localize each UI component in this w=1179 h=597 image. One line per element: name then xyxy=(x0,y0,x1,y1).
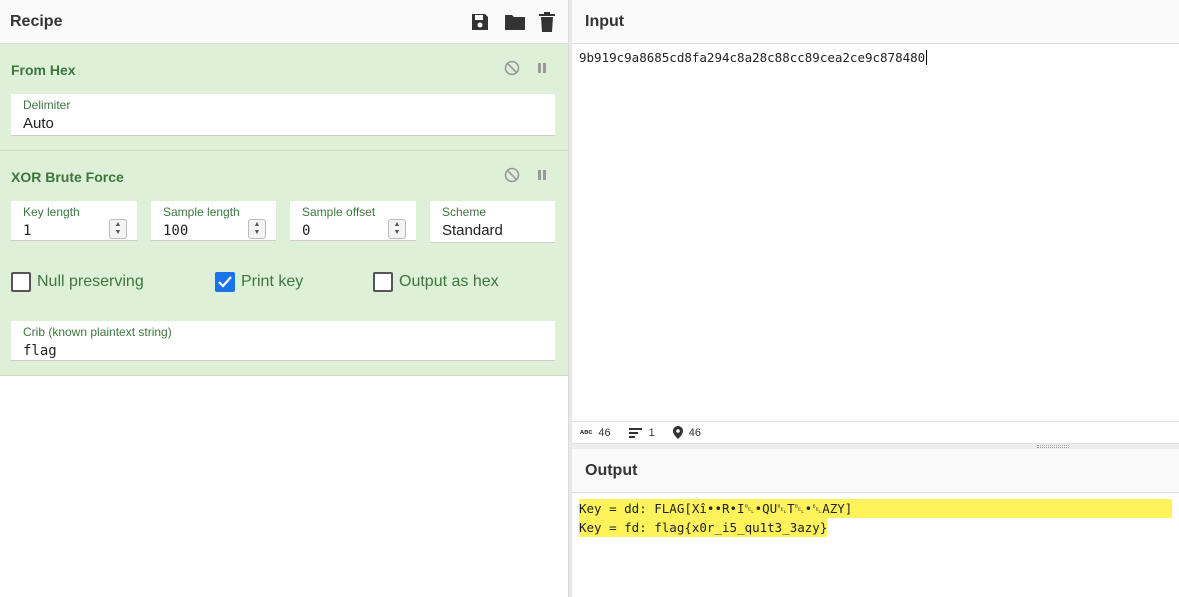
op-title-from-hex: From Hex xyxy=(11,62,76,78)
char-count: ᴀʙᴄ 46 xyxy=(580,427,611,439)
sample-length-input[interactable]: Sample length 100 ▲ ▼ xyxy=(151,201,276,241)
text-cursor xyxy=(926,50,928,65)
abc-icon: ᴀʙᴄ xyxy=(580,429,593,436)
scheme-label: Scheme xyxy=(442,205,487,219)
input-textarea[interactable]: 9b919c9a8685cd8fa294c8a28c88cc89cea2ce9c… xyxy=(572,44,1179,421)
sample-length-label: Sample length xyxy=(163,205,240,219)
crib-value: flag xyxy=(23,343,57,359)
recipe-title: Recipe xyxy=(10,12,63,30)
cyberchef-app: Recipe From Hex Delimiter Auto XOR Brute… xyxy=(0,0,1179,597)
sample-offset-spinner[interactable]: ▲ ▼ xyxy=(388,219,406,239)
pause-icon[interactable] xyxy=(534,60,550,76)
key-length-input[interactable]: Key length 1 ▲ ▼ xyxy=(11,201,137,241)
null-preserving-label: Null preserving xyxy=(37,273,144,290)
delimiter-value: Auto xyxy=(23,115,54,132)
scheme-value: Standard xyxy=(442,222,503,239)
output-hex-box[interactable] xyxy=(373,272,393,292)
output-hex-checkbox[interactable]: Output as hex xyxy=(373,272,499,292)
cursor-position-value: 46 xyxy=(688,426,701,439)
delimiter-field[interactable]: Delimiter Auto xyxy=(11,94,555,136)
sample-offset-label: Sample offset xyxy=(302,205,376,219)
output-textarea[interactable]: Key = dd: FLAG[Xî••R•I␇•QU␇T␇•␇AZY] Key … xyxy=(572,493,1179,543)
char-count-value: 46 xyxy=(598,426,611,439)
check-icon xyxy=(218,276,232,288)
pause-icon[interactable] xyxy=(534,167,550,183)
input-header: Input xyxy=(572,0,1179,44)
print-key-label: Print key xyxy=(241,273,304,290)
print-key-box[interactable] xyxy=(215,272,235,292)
disable-icon[interactable] xyxy=(504,60,520,76)
null-preserving-checkbox[interactable]: Null preserving xyxy=(11,272,144,292)
disable-icon[interactable] xyxy=(504,167,520,183)
folder-icon[interactable] xyxy=(504,12,525,32)
key-length-label: Key length xyxy=(23,205,80,219)
scheme-select[interactable]: Scheme Standard xyxy=(430,201,555,243)
cursor-position: 46 xyxy=(672,426,701,439)
output-section: Output Key = dd: FLAG[Xî••R•I␇•QU␇T␇•␇AZ… xyxy=(572,449,1179,597)
input-title: Input xyxy=(585,12,625,30)
op-from-hex: From Hex Delimiter Auto xyxy=(0,44,568,151)
crib-label: Crib (known plaintext string) xyxy=(23,325,172,339)
sample-length-spinner[interactable]: ▲ ▼ xyxy=(248,219,266,239)
output-line: Key = dd: FLAG[Xî••R•I␇•QU␇T␇•␇AZY] xyxy=(579,499,1172,518)
line-count: 1 xyxy=(628,426,655,439)
io-pane: Input 9b919c9a8685cd8fa294c8a28c88cc89ce… xyxy=(572,0,1179,597)
op-title-xor: XOR Brute Force xyxy=(11,169,124,185)
sample-offset-input[interactable]: Sample offset 0 ▲ ▼ xyxy=(290,201,416,241)
location-pin-icon xyxy=(672,426,683,439)
key-length-spinner[interactable]: ▲ ▼ xyxy=(109,219,127,239)
delimiter-label: Delimiter xyxy=(23,98,71,112)
output-hex-label: Output as hex xyxy=(399,273,499,290)
output-line: Key = fd: flag{x0r_i5_qu1t3_3azy} xyxy=(579,518,828,537)
op-xor-brute-force: XOR Brute Force Key length 1 ▲ ▼ Sample l… xyxy=(0,151,568,376)
grip-icon xyxy=(1037,445,1069,448)
recipe-header: Recipe xyxy=(0,0,568,44)
input-status-bar: ᴀʙᴄ 46 1 46 xyxy=(572,421,1179,443)
input-text: 9b919c9a8685cd8fa294c8a28c88cc89cea2ce9c… xyxy=(579,50,926,65)
recipe-pane: Recipe From Hex Delimiter Auto XOR Brute… xyxy=(0,0,569,597)
crib-input[interactable]: Crib (known plaintext string) flag xyxy=(11,321,555,361)
output-title: Output xyxy=(585,461,638,479)
save-icon[interactable] xyxy=(470,12,490,32)
lines-icon xyxy=(628,427,642,438)
print-key-checkbox[interactable]: Print key xyxy=(215,272,303,292)
trash-icon[interactable] xyxy=(538,11,558,32)
output-header: Output xyxy=(572,449,1179,493)
null-preserving-box[interactable] xyxy=(11,272,31,292)
line-count-value: 1 xyxy=(648,426,655,439)
